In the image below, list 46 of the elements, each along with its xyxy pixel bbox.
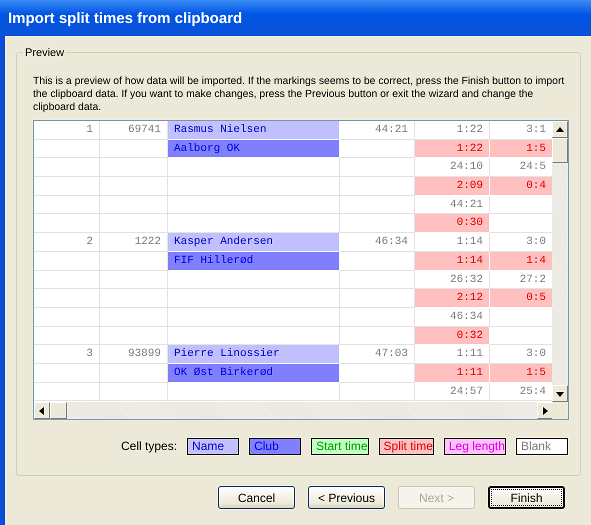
grid-cell: Aalborg OK	[168, 140, 340, 158]
dialog-button[interactable]: < Previous	[308, 486, 385, 509]
grid-cell: 2:12	[415, 289, 490, 308]
grid-cell: 44:21	[340, 121, 415, 140]
grid-cell: 0:4	[490, 177, 553, 196]
vertical-scrollbar[interactable]	[552, 121, 568, 402]
cell-type-swatch: Club	[249, 438, 302, 454]
grid-cell: 0:32	[415, 326, 490, 346]
dialog-button[interactable]: Cancel	[218, 486, 295, 509]
grid-cell: 1:14	[415, 252, 490, 270]
scroll-thumb[interactable]	[50, 402, 67, 419]
grid-cell: 1:5	[490, 364, 553, 383]
grid-cell: 0:5	[490, 289, 553, 308]
scroll-left-button[interactable]	[34, 402, 50, 419]
grid-cell: 3	[34, 345, 100, 364]
grid-cell: Rasmus Nielsen	[168, 121, 340, 140]
horizontal-scrollbar[interactable]	[34, 402, 553, 419]
grid-cell: OK Øst Birkerød	[168, 364, 340, 383]
scroll-thumb[interactable]	[552, 138, 568, 163]
scroll-down-button[interactable]	[552, 385, 568, 402]
description-text: This is a preview of how data will be imported. If the markings seems to be correct, press the Finish button to import the clipboard data. If you want to make changes, press the Previous button or exit the wizard and change the clipboard data.	[33, 75, 566, 114]
grid-cell: 2:09	[415, 177, 490, 196]
grid-cell: 24:57	[415, 382, 490, 402]
cell-type-swatch: Name	[187, 438, 240, 454]
cell-type-swatch: Blank	[516, 438, 568, 454]
grid-cell: 47:03	[340, 345, 415, 364]
grid-cell: 1:5	[490, 140, 553, 158]
cell-type-swatch: Leg length	[444, 438, 506, 454]
grid-cell: Kasper Andersen	[168, 233, 340, 252]
grid-cell: 1:11	[415, 364, 490, 383]
grid-cell: 0:30	[415, 214, 490, 234]
cell-types-label: Cell types:	[121, 438, 178, 455]
grid-cell: 2	[34, 233, 100, 252]
grid-cell: FIF Hillerød	[168, 252, 340, 270]
scroll-right-button[interactable]	[537, 402, 553, 419]
scroll-up-button[interactable]	[552, 121, 568, 138]
cell-type-swatch: Split time	[378, 438, 434, 454]
cell-type-swatch: Start time	[311, 438, 369, 454]
dialog-button[interactable]: Finish	[488, 486, 565, 509]
grid-cell: 46:34	[340, 233, 415, 252]
grid-cell: 1:22	[415, 140, 490, 158]
grid-cell: 1	[34, 121, 100, 140]
window-title: Import split times from clipboard	[0, 0, 591, 36]
scrollbar-corner	[552, 402, 568, 419]
grid-cell: 1:4	[490, 252, 553, 270]
grid-cell: Pierre Linossier	[168, 345, 340, 364]
